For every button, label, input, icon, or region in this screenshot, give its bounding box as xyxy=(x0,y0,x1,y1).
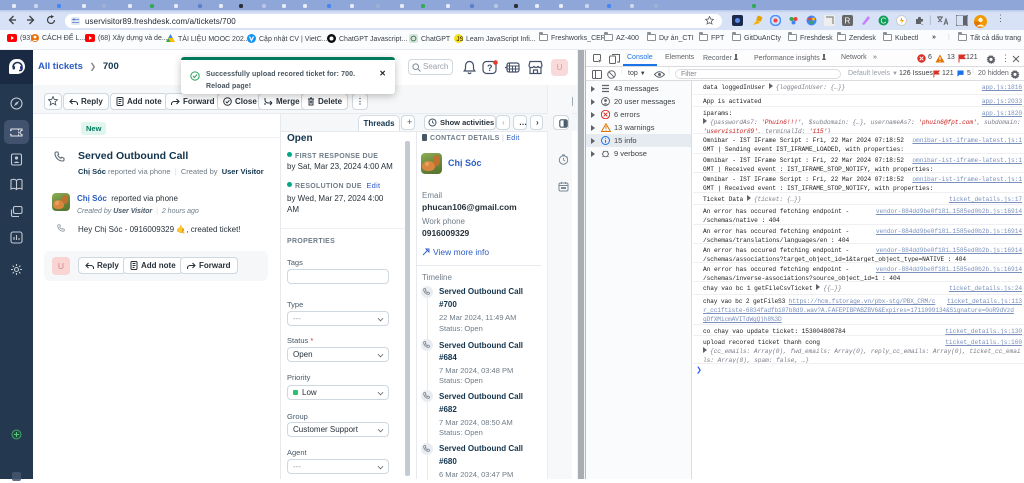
svg-text:R: R xyxy=(845,17,851,26)
svg-text:JS: JS xyxy=(457,37,464,43)
svg-text:C: C xyxy=(881,17,887,26)
svg-text:?: ? xyxy=(487,63,493,73)
